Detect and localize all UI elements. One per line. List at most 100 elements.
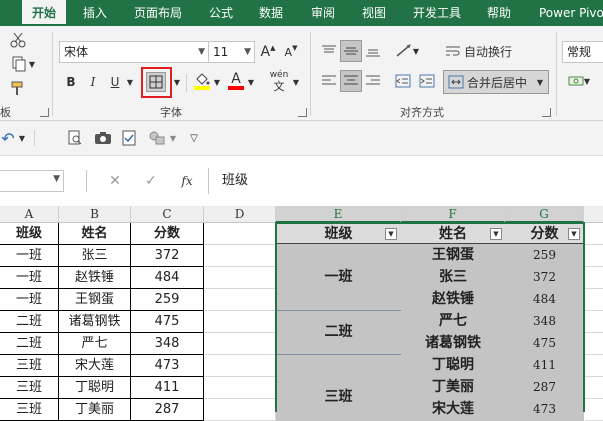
tab-help[interactable]: 帮助: [487, 0, 511, 26]
cell-score[interactable]: 259: [131, 289, 204, 311]
undo-dropdown[interactable]: ▼: [16, 127, 28, 149]
column-header-d[interactable]: D: [204, 206, 276, 223]
cell-name[interactable]: 赵铁锤: [59, 267, 131, 289]
cell-score[interactable]: 473: [131, 355, 204, 377]
pivot-cell-score[interactable]: 287: [505, 376, 584, 398]
font-color-button[interactable]: A: [226, 70, 246, 92]
pivot-cell-name[interactable]: 张三: [401, 266, 505, 288]
cell-score[interactable]: 287: [131, 399, 204, 421]
cell-class[interactable]: 一班: [0, 267, 59, 289]
pivot-cell-score[interactable]: 348: [505, 310, 584, 332]
cell-name[interactable]: 张三: [59, 245, 131, 267]
decrease-indent-button[interactable]: [392, 70, 414, 92]
tab-power-pivot[interactable]: Power Pivot: [539, 0, 603, 26]
align-bottom-button[interactable]: [362, 40, 384, 62]
fill-color-dropdown[interactable]: ▼: [212, 71, 222, 93]
cell-name[interactable]: 诸葛钢铁: [59, 311, 131, 333]
column-header-g[interactable]: G: [505, 206, 584, 223]
increase-indent-button[interactable]: [416, 70, 438, 92]
spelling-button[interactable]: [118, 127, 140, 149]
tab-view[interactable]: 视图: [362, 0, 386, 26]
customize-qat-button[interactable]: ▽: [186, 127, 202, 149]
cell-name[interactable]: 王钢蛋: [59, 289, 131, 311]
column-header-f[interactable]: F: [401, 206, 505, 223]
pivot-group-label[interactable]: 三班: [276, 386, 401, 408]
cell-class[interactable]: 二班: [0, 333, 59, 355]
borders-button[interactable]: [146, 72, 166, 92]
pivot-cell-score[interactable]: 473: [505, 398, 584, 420]
formula-input[interactable]: 班级: [208, 168, 603, 194]
shapes-button[interactable]: [146, 127, 168, 149]
cell-name[interactable]: 严七: [59, 333, 131, 355]
borders-dropdown[interactable]: ▼: [172, 71, 182, 93]
column-header-b[interactable]: B: [59, 206, 131, 223]
number-format-select[interactable]: 常规: [562, 41, 603, 63]
pivot-group-label[interactable]: 一班: [276, 266, 401, 288]
pivot-cell-score[interactable]: 484: [505, 288, 584, 310]
column-header-a[interactable]: A: [0, 206, 59, 223]
header-class[interactable]: 班级: [0, 223, 59, 245]
pivot-cell-score[interactable]: 411: [505, 354, 584, 376]
pivot-header-class[interactable]: 班级: [276, 223, 401, 245]
accounting-format-button[interactable]: ▼: [564, 70, 594, 92]
underline-button[interactable]: U: [106, 71, 124, 93]
font-color-dropdown[interactable]: ▼: [246, 71, 256, 93]
pivot-cell-score[interactable]: 475: [505, 332, 584, 354]
cancel-entry-button[interactable]: ✕: [104, 170, 126, 192]
name-box[interactable]: ▼: [0, 170, 64, 192]
column-header-c[interactable]: C: [131, 206, 204, 223]
font-dialog-launcher[interactable]: [298, 108, 307, 117]
clipboard-dialog-launcher[interactable]: [40, 108, 49, 117]
pivot-group-label[interactable]: 二班: [276, 321, 401, 343]
cut-button[interactable]: [6, 30, 30, 50]
font-name-select[interactable]: 宋体 ▼: [59, 41, 209, 63]
bold-button[interactable]: B: [62, 71, 80, 93]
align-right-button[interactable]: [362, 70, 384, 92]
cell-name[interactable]: 丁聪明: [59, 377, 131, 399]
undo-button[interactable]: ↶: [0, 127, 16, 149]
pivot-cell-name[interactable]: 丁美丽: [401, 376, 505, 398]
pivot-cell-name[interactable]: 赵铁锤: [401, 288, 505, 310]
camera-button[interactable]: [92, 127, 114, 149]
pivot-cell-score[interactable]: 259: [505, 244, 584, 266]
align-center-button[interactable]: [340, 70, 362, 92]
print-preview-button[interactable]: [64, 127, 86, 149]
cell-name[interactable]: 宋大莲: [59, 355, 131, 377]
cell-class[interactable]: 三班: [0, 355, 59, 377]
align-middle-button[interactable]: [340, 40, 362, 62]
pivot-cell-name[interactable]: 宋大莲: [401, 398, 505, 420]
cell-score[interactable]: 411: [131, 377, 204, 399]
grow-font-button[interactable]: A ▲: [259, 41, 277, 63]
tab-insert[interactable]: 插入: [83, 0, 107, 26]
column-header-h[interactable]: [584, 206, 603, 223]
align-left-button[interactable]: [318, 70, 340, 92]
pivot-cell-name[interactable]: 诸葛钢铁: [401, 332, 505, 354]
shrink-font-button[interactable]: A ▼: [282, 41, 300, 63]
alignment-dialog-launcher[interactable]: [542, 108, 551, 117]
underline-dropdown[interactable]: ▼: [124, 71, 136, 93]
wrap-text-button[interactable]: 自动换行: [445, 40, 521, 62]
tab-developer[interactable]: 开发工具: [413, 0, 461, 26]
column-d-cells[interactable]: [204, 223, 276, 421]
header-name[interactable]: 姓名: [59, 223, 131, 245]
cell-score[interactable]: 484: [131, 267, 204, 289]
merge-center-button[interactable]: 合并后居中 ▼: [443, 70, 549, 94]
cell-class[interactable]: 一班: [0, 289, 59, 311]
insert-function-button[interactable]: fx: [176, 170, 198, 192]
filter-dropdown-class[interactable]: ▼: [385, 228, 397, 240]
cell-score[interactable]: 348: [131, 333, 204, 355]
tab-review[interactable]: 审阅: [311, 0, 335, 26]
fill-color-button[interactable]: [192, 70, 212, 92]
italic-button[interactable]: I: [84, 71, 102, 93]
tab-home[interactable]: 开始: [22, 0, 66, 26]
cell-class[interactable]: 三班: [0, 399, 59, 421]
cell-class[interactable]: 三班: [0, 377, 59, 399]
pivot-cell-score[interactable]: 372: [505, 266, 584, 288]
font-size-select[interactable]: 11 ▼: [208, 41, 255, 63]
tab-formulas[interactable]: 公式: [209, 0, 233, 26]
cell-class[interactable]: 二班: [0, 311, 59, 333]
tab-page-layout[interactable]: 页面布局: [134, 0, 182, 26]
phonetic-guide-button[interactable]: wén 文: [266, 69, 292, 93]
shapes-dropdown[interactable]: ▼: [168, 127, 178, 149]
filter-dropdown-score[interactable]: ▼: [568, 228, 580, 240]
